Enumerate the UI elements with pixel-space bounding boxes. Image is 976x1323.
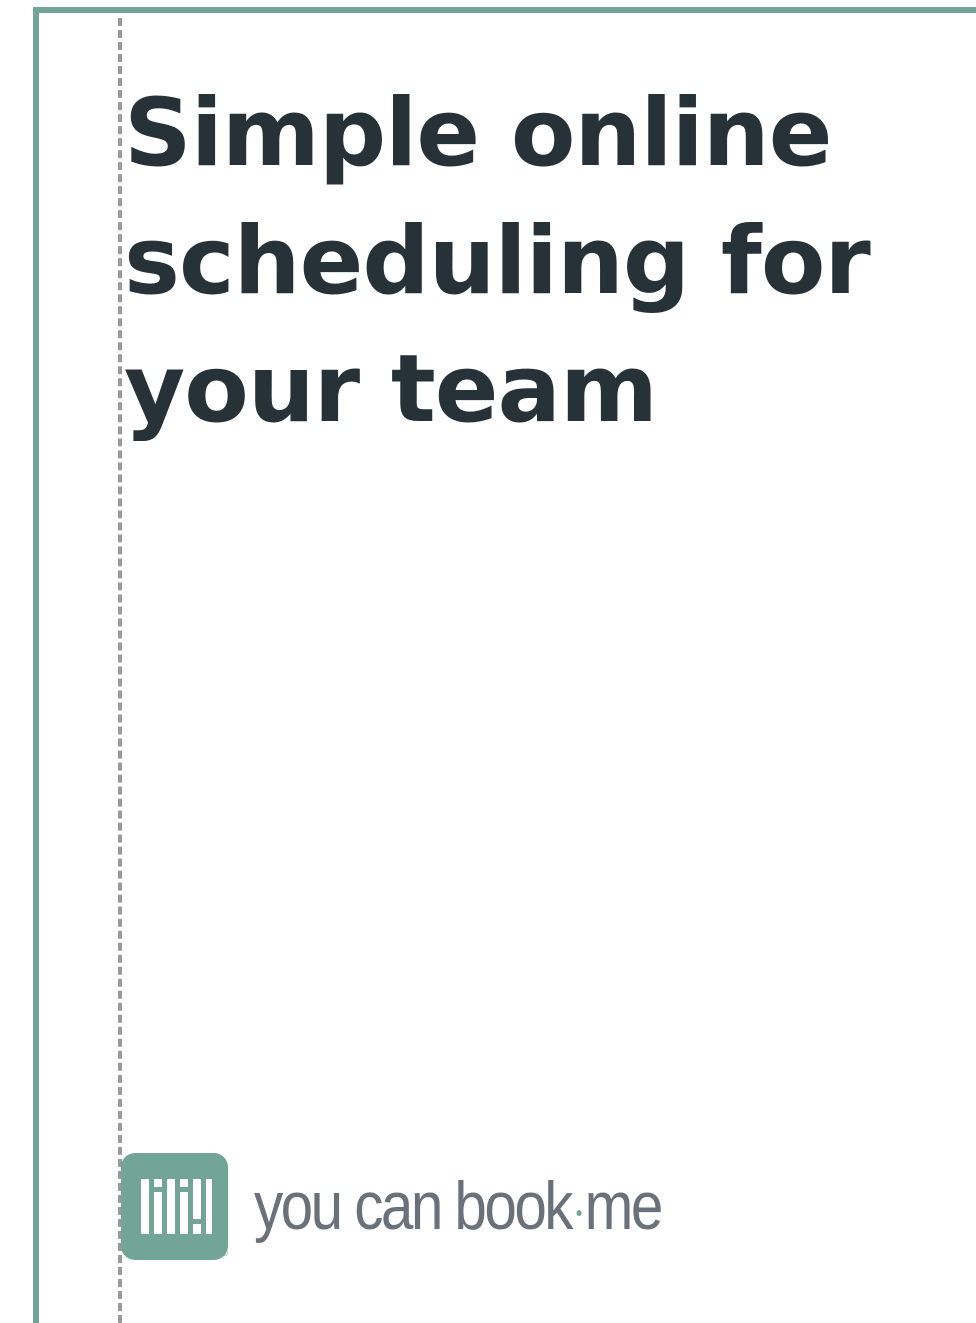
logo-wordmark-part-1: you can book	[254, 1168, 574, 1244]
page: Simple online scheduling for your team ®…	[0, 0, 976, 1323]
brand-logo: ® you can book me	[121, 1151, 727, 1261]
headline-line-1: Simple online	[124, 79, 832, 188]
youcanbookme-logo-icon: ®	[121, 1152, 229, 1260]
page-headline: Simple online scheduling for your team	[124, 70, 944, 454]
headline-line-3: your team	[124, 335, 658, 444]
logo-wordmark-part-2: me	[584, 1168, 664, 1244]
registered-mark: ®	[220, 1248, 229, 1259]
logo-dot	[576, 1210, 582, 1217]
dashed-guide-line	[118, 18, 122, 1323]
logo-bars-graphic	[141, 1178, 212, 1234]
logo-wordmark: you can book me	[254, 1167, 664, 1245]
headline-line-2: scheduling for	[124, 207, 871, 316]
